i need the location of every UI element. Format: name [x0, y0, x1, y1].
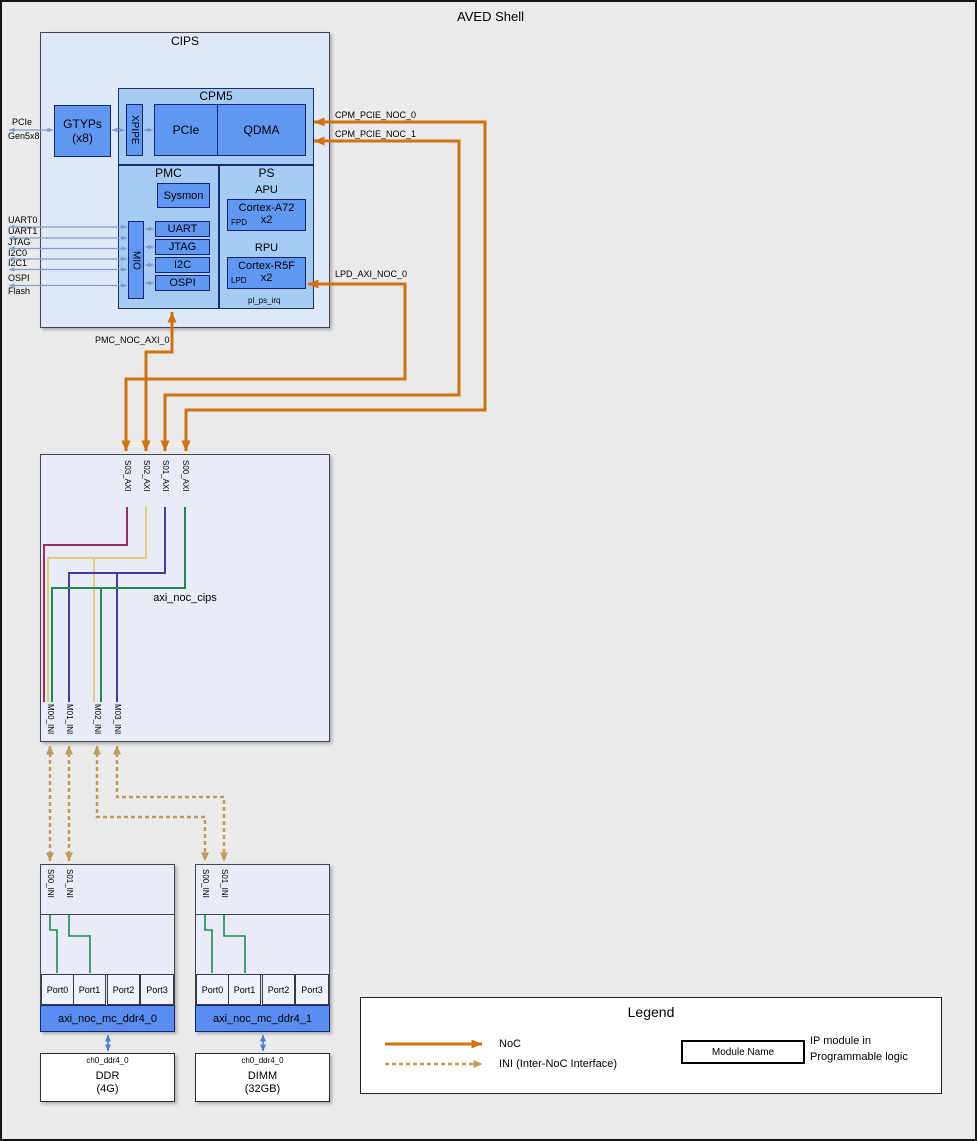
wiring-layer	[9, 117, 487, 1068]
cpm-pcie-noc-1-wire	[160, 136, 461, 452]
mc0-net-s00-port0	[49, 915, 58, 973]
mc1-net-s00-port0	[204, 915, 213, 973]
ini-m03-wire	[113, 745, 228, 862]
lpd-axi-noc-0-wire	[121, 279, 407, 452]
ini-m02-wire	[93, 745, 209, 862]
net-s03-m00	[43, 507, 128, 702]
mc0-net-s01-port1	[68, 915, 91, 973]
mc1-net-s01-port1	[223, 915, 246, 973]
pmc-noc-axi-0-wire	[141, 311, 177, 452]
net-s02-m00	[47, 507, 147, 702]
aved-shell-canvas: AVED Shell CIPS GTYPs (x8) CPM5 XPIPE PC…	[0, 0, 977, 1141]
cpm-pcie-noc-0-wire	[181, 117, 487, 452]
